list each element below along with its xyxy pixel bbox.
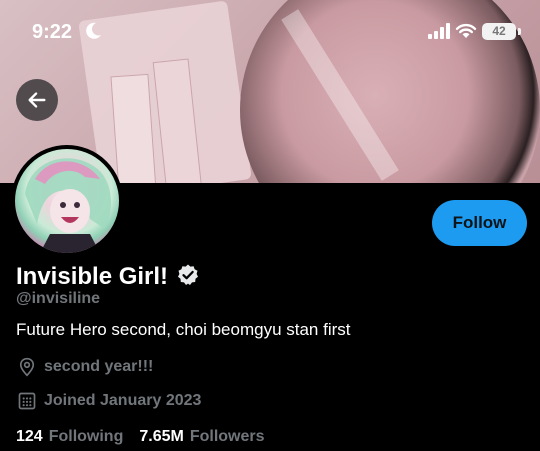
display-name: Invisible Girl!	[16, 263, 169, 290]
battery-icon: 42	[482, 23, 516, 40]
back-button[interactable]	[16, 79, 58, 121]
follow-button[interactable]: Follow	[432, 200, 527, 246]
following-label: Following	[48, 428, 124, 445]
handle: @invisiline	[16, 290, 101, 307]
arrow-left-icon	[28, 92, 46, 108]
followers-label: Followers	[189, 428, 265, 445]
battery-tip	[518, 28, 521, 35]
joined-row: Joined January 2023	[16, 390, 201, 412]
wifi-icon	[455, 22, 477, 44]
verified-badge-icon	[176, 263, 200, 292]
moon-icon	[86, 22, 102, 45]
status-time: 9:22	[32, 21, 73, 43]
follow-stats: 124 Following 7.65M Followers	[16, 428, 281, 446]
followers-link[interactable]: 7.65M Followers	[139, 428, 264, 446]
avatar[interactable]	[11, 145, 123, 257]
bio: Future Hero second, choi beomgyu stan fi…	[16, 320, 351, 339]
location-row: second year!!!	[16, 356, 153, 378]
joined-text: Joined January 2023	[44, 392, 202, 409]
followers-count: 7.65M	[139, 428, 184, 445]
location-pin-icon	[16, 356, 38, 378]
avatar-artwork	[25, 158, 111, 253]
location-text: second year!!!	[44, 358, 154, 375]
cellular-signal-icon	[428, 23, 450, 44]
following-count: 124	[16, 428, 43, 445]
status-bar: 9:22 42	[0, 0, 540, 60]
following-link[interactable]: 124 Following	[16, 428, 123, 446]
calendar-icon	[16, 390, 38, 412]
name-row: Invisible Girl!	[16, 262, 200, 292]
